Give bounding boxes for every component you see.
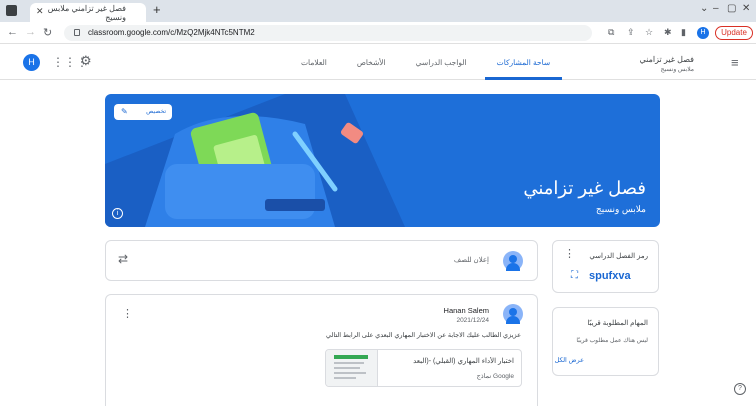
forward-icon[interactable]: → [25, 26, 36, 38]
post-text: عزيزي الطالب عليك الاجابة عن الاختبار ال… [325, 332, 521, 339]
address-bar[interactable]: classroom.google.com/c/MzQ2Mjk4NTc5NTM2 [64, 25, 592, 41]
class-tabs: ساحة المشاركات الواجب الدراسي الأشخاص ال… [283, 45, 563, 80]
upcoming-card: المهام المطلوبة قريبًا ليس هناك عمل مطلو… [552, 307, 659, 376]
chevron-down-icon[interactable]: ⌄ [700, 3, 708, 14]
minimize-icon[interactable]: – [713, 3, 719, 14]
upcoming-empty-text: ليس هناك عمل مطلوب قريبًا [576, 338, 648, 344]
avatar [503, 251, 523, 271]
header-class-section: ملابس ونسيج [660, 67, 694, 73]
new-tab-icon[interactable]: + [153, 2, 161, 17]
extensions-icon[interactable]: ✱ [664, 27, 672, 38]
maximize-icon[interactable]: ▢ [727, 3, 736, 14]
tab-search-icon[interactable] [6, 5, 17, 16]
class-code-label: رمز الفصل الدراسي [589, 253, 648, 260]
tab-title: فصل غير تزامني ملابس ونسيج [47, 3, 126, 22]
account-avatar[interactable]: H [23, 54, 40, 71]
browser-tab-strip: فصل غير تزامني ملابس ونسيج ✕ + ⌄ – ▢ ✕ [0, 0, 756, 22]
reload-icon[interactable]: ↻ [43, 26, 52, 39]
customize-button[interactable]: ✎ تخصيص [114, 104, 172, 120]
browser-toolbar: ← → ↻ classroom.google.com/c/MzQ2Mjk4NTc… [0, 22, 756, 44]
translate-icon[interactable]: ⧉ [608, 27, 614, 38]
header-class-name[interactable]: فصل غير تزامني [639, 55, 694, 64]
profile-avatar[interactable]: H [697, 27, 709, 39]
post-author: Hanan Salem [443, 306, 489, 315]
more-vert-icon[interactable]: ⋮ [122, 307, 133, 320]
classroom-header: H ⋮⋮⋮ ⚙ ساحة المشاركات الواجب الدراسي ال… [0, 45, 756, 80]
browser-tab[interactable]: فصل غير تزامني ملابس ونسيج ✕ [30, 3, 146, 22]
attachment-type: نماذج Google [476, 373, 514, 380]
announce-box[interactable]: ⇄ إعلان للصف [105, 240, 538, 281]
post-date: 2021/12/24 [456, 317, 489, 324]
announce-placeholder: إعلان للصف [453, 257, 489, 264]
tab-stream[interactable]: ساحة المشاركات [484, 45, 563, 80]
form-attachment[interactable]: اختبار الأداء المهاري (القبلي) -(البعد ن… [325, 349, 522, 387]
class-code: spufxva [589, 270, 631, 282]
banner-class-section: ملابس ونسيج [595, 204, 646, 214]
banner-class-title: فصل غير تزامني [523, 178, 646, 198]
info-icon[interactable]: i [112, 208, 123, 219]
repost-icon[interactable]: ⇄ [118, 252, 128, 266]
banner-illustration [105, 94, 405, 227]
gear-icon[interactable]: ⚙ [80, 53, 92, 69]
tab-classwork[interactable]: الواجب الدراسي [404, 45, 479, 80]
fullscreen-icon[interactable]: ⛶ [571, 270, 578, 281]
lock-icon [74, 29, 80, 36]
star-icon[interactable]: ☆ [645, 27, 653, 38]
window-close-icon[interactable]: ✕ [742, 3, 750, 14]
tab-grades[interactable]: العلامات [289, 45, 339, 80]
share-icon[interactable]: ⇪ [627, 27, 635, 38]
update-button[interactable]: Update [715, 26, 753, 40]
upcoming-title: المهام المطلوبة قريبًا [587, 320, 648, 327]
view-all-link[interactable]: عرض الكل [555, 356, 584, 364]
back-icon[interactable]: ← [7, 26, 18, 38]
pencil-icon: ✎ [121, 107, 128, 116]
close-icon[interactable]: ✕ [36, 6, 44, 17]
form-thumbnail [326, 350, 378, 386]
help-icon[interactable]: ? [734, 383, 746, 395]
url-text: classroom.google.com/c/MzQ2Mjk4NTc5NTM2 [88, 28, 255, 37]
class-code-card: ⋮ رمز الفصل الدراسي [552, 240, 659, 293]
class-banner: ✎ تخصيص فصل غير تزامني ملابس ونسيج i [105, 94, 660, 227]
customize-label: تخصيص [146, 109, 166, 115]
menu-icon[interactable]: ≡ [731, 55, 739, 70]
more-vert-icon[interactable]: ⋮ [564, 247, 575, 260]
avatar [503, 304, 523, 324]
attachment-title: اختبار الأداء المهاري (القبلي) -(البعد [413, 358, 514, 365]
tab-people[interactable]: الأشخاص [345, 45, 398, 80]
sidepanel-icon[interactable]: ▮ [681, 27, 686, 38]
